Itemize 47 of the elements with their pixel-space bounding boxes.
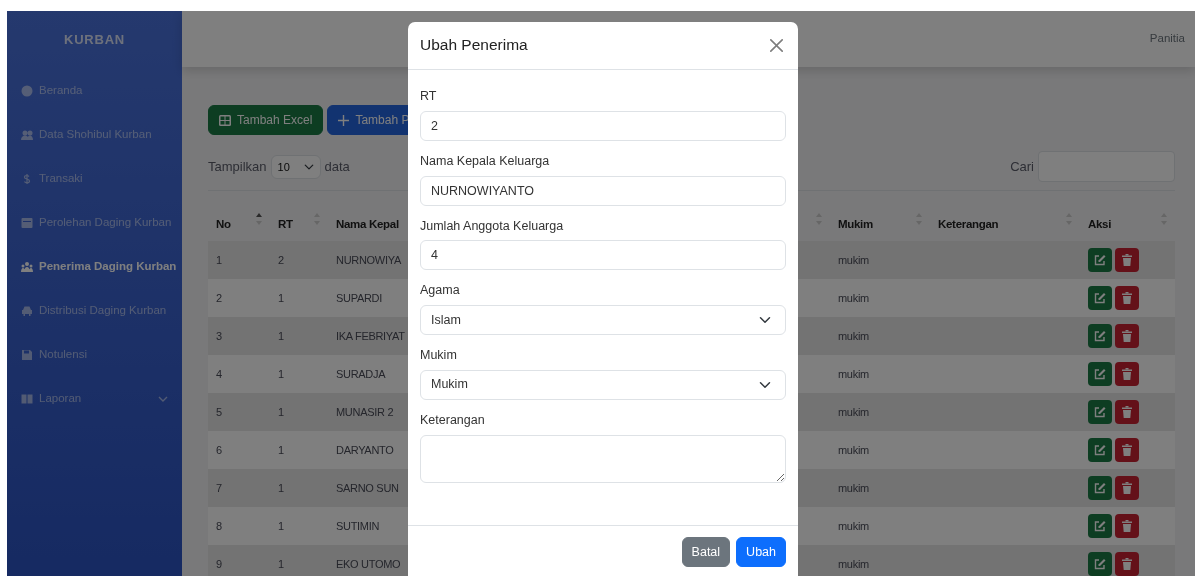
table-cell: mukim — [838, 405, 869, 418]
table-cell: IKA FEBRIYAT — [336, 329, 405, 342]
table-cell: SUPARDI — [336, 291, 382, 304]
table-cell: mukim — [838, 329, 869, 342]
search-label: Cari — [1010, 157, 1034, 176]
brand-title: KURBAN — [63, 31, 126, 50]
length-label: Tampilkan — [208, 157, 267, 176]
table-cell: mukim — [838, 367, 869, 380]
table-cell: 1 — [278, 519, 284, 532]
dialog-title: Ubah Penerima — [420, 36, 528, 55]
field-label: Jumlah Anggota Keluarga — [420, 217, 565, 235]
table-cell: 2 — [278, 253, 284, 266]
table-cell: 8 — [216, 519, 222, 532]
table-cell: SUTIMIN — [336, 519, 380, 532]
table-cell: mukim — [838, 557, 869, 570]
table-cell: DARYANTO — [336, 443, 394, 456]
field-label: Mukim — [420, 347, 458, 364]
table-cell: mukim — [838, 519, 869, 532]
table-cell: 1 — [278, 329, 284, 342]
field-label: Keterangan — [420, 411, 486, 429]
table-cell: 1 — [278, 481, 284, 494]
table-cell: 1 — [278, 291, 284, 304]
table-cell: mukim — [838, 481, 869, 494]
table-cell: 1 — [278, 443, 284, 456]
table-cell: 9 — [216, 557, 222, 570]
table-cell: 4 — [216, 367, 222, 380]
table-cell: mukim — [838, 253, 869, 266]
table-cell: MUNASIR 2 — [336, 405, 394, 418]
table-cell: 1 — [278, 557, 284, 570]
table-cell: SURADJA — [336, 367, 386, 380]
table-cell: 7 — [216, 481, 222, 494]
table-cell: 2 — [216, 291, 222, 304]
table-cell: 5 — [216, 405, 222, 418]
table-cell: mukim — [838, 443, 869, 456]
field-label: RT — [420, 88, 438, 105]
table-cell: mukim — [838, 291, 869, 304]
table-cell: 3 — [216, 329, 222, 342]
table-cell: EKO UTOMO — [336, 557, 401, 570]
table-cell: 1 — [216, 253, 222, 266]
table-cell: 6 — [216, 443, 222, 456]
field-label: Nama Kepala Keluarga — [420, 152, 551, 170]
table-cell: NURNOWIYA — [336, 253, 401, 266]
table-cell: 1 — [278, 405, 284, 418]
field-label: Agama — [420, 282, 461, 300]
table-cell: 1 — [278, 367, 284, 380]
length-suffix: data — [324, 157, 350, 176]
table-cell: SARNO SUN — [336, 481, 399, 494]
